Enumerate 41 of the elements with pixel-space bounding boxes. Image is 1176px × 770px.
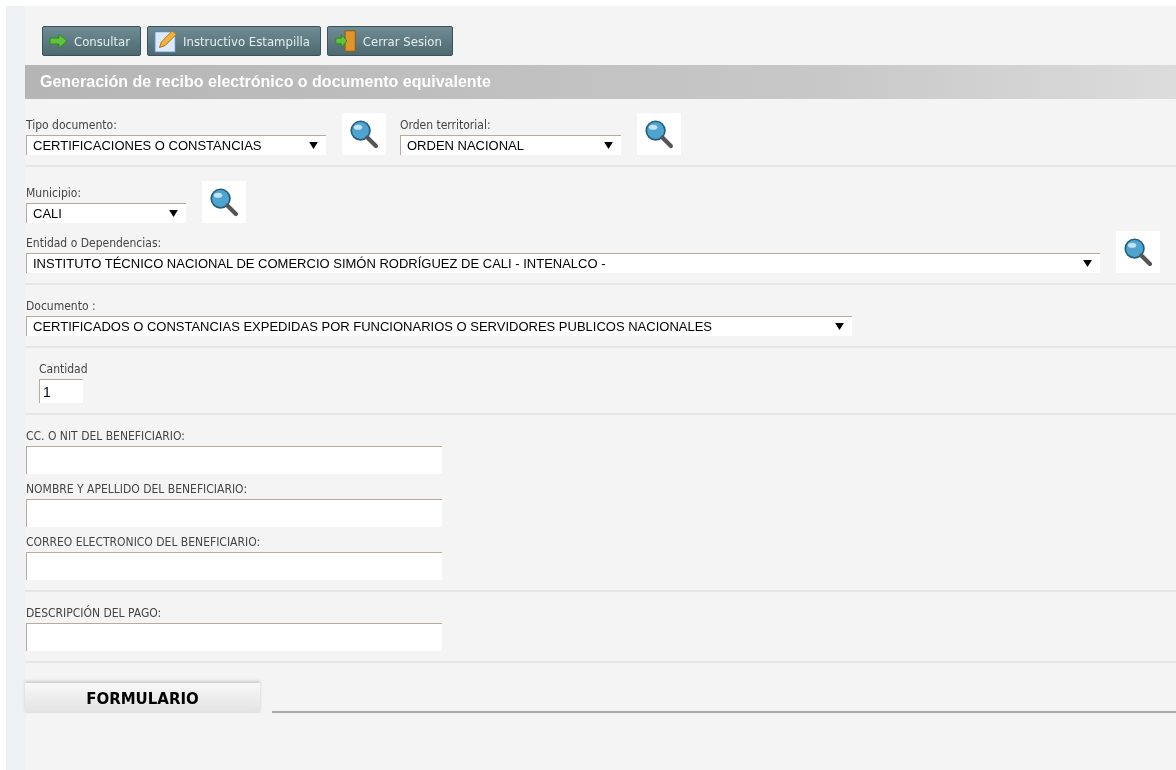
- text-input[interactable]: [26, 446, 442, 474]
- dropdown[interactable]: INSTITUTO TÉCNICO NACIONAL DE COMERCIO SIMÓN RODRÍGUEZ DE CALI - INTENALCO -: [26, 253, 1100, 273]
- dropdown[interactable]: ORDEN NACIONAL: [400, 135, 621, 155]
- toolbar-button[interactable]: Cerrar Sesion: [326, 26, 453, 56]
- toolbar-button[interactable]: Instructivo Estampilla: [147, 26, 321, 56]
- arrow-icon: [49, 33, 69, 49]
- field-label: Orden territorial:: [400, 118, 492, 132]
- pencil-icon: [154, 29, 179, 53]
- search-button[interactable]: [1116, 231, 1160, 273]
- field-label: NOMBRE Y APELLIDO DEL BENEFICIARIO:: [26, 482, 248, 496]
- magnifier-icon: [207, 185, 241, 219]
- section-header: Generación de recibo electrónico o documento equivalente: [25, 65, 1176, 99]
- magnifier-icon: [347, 117, 381, 151]
- door-exit-icon: [333, 29, 358, 53]
- caret-icon: [604, 142, 613, 149]
- dropdown[interactable]: CALI: [26, 203, 186, 223]
- caret-icon: [309, 142, 318, 149]
- quantity-input[interactable]: 1: [39, 379, 83, 403]
- search-button[interactable]: [637, 113, 681, 155]
- field-label: CORREO ELECTRONICO DEL BENEFICIARIO:: [26, 535, 262, 549]
- magnifier-icon: [1121, 235, 1155, 269]
- field-label: Entidad o Dependencias:: [26, 236, 163, 250]
- field-label: Cantidad: [39, 362, 88, 376]
- text-input[interactable]: [26, 552, 442, 580]
- field-label: CC. O NIT DEL BENEFICIARIO:: [26, 429, 186, 443]
- magnifier-icon: [642, 117, 676, 151]
- field-label: Tipo documento:: [26, 118, 118, 132]
- dropdown[interactable]: CERTIFICACIONES O CONSTANCIAS: [26, 135, 326, 155]
- dropdown[interactable]: CERTIFICADOS O CONSTANCIAS EXPEDIDAS POR FUNCIONARIOS O SERVIDORES PUBLICOS NACIONALES: [26, 316, 852, 336]
- field-label: Municipio:: [26, 186, 83, 200]
- toolbar-button[interactable]: Consultar: [42, 26, 142, 56]
- field-label: DESCRIPCIÓN DEL PAGO:: [26, 606, 163, 620]
- text-input[interactable]: [26, 499, 442, 527]
- caret-icon: [169, 210, 178, 217]
- field-label: Documento :: [26, 299, 97, 313]
- tab[interactable]: FORMULARIO: [25, 683, 260, 713]
- search-button[interactable]: [342, 113, 386, 155]
- search-button[interactable]: [202, 181, 246, 223]
- caret-icon: [835, 323, 844, 330]
- caret-icon: [1083, 260, 1092, 267]
- text-input[interactable]: [26, 623, 442, 651]
